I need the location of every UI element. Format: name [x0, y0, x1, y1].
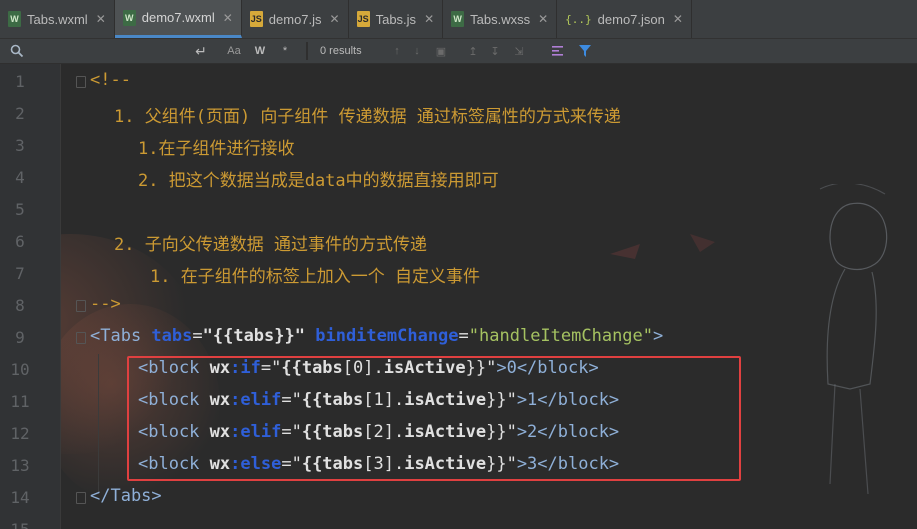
line-number: 2 — [15, 104, 25, 123]
line-number: 9 — [15, 328, 25, 347]
match-case-label: Aa — [227, 45, 241, 57]
close-icon[interactable]: ✕ — [424, 12, 434, 26]
line-number: 12 — [10, 424, 30, 443]
line-number: 11 — [10, 392, 30, 411]
code-line-7: 1. 在子组件的标签上加入一个 自定义事件 — [150, 267, 480, 287]
tab-label: Tabs.wxml — [27, 11, 88, 27]
line-number: 8 — [15, 296, 25, 315]
tab-tabs-wxss[interactable]: W Tabs.wxss ✕ — [443, 0, 558, 38]
line-number: 14 — [10, 488, 30, 507]
fold-marker-icon[interactable] — [76, 300, 86, 312]
js-file-icon: JS — [356, 11, 370, 27]
search-icon[interactable] — [8, 40, 26, 62]
editor-tab-bar: W Tabs.wxml ✕ W demo7.wxml ✕ JS demo7.js… — [0, 0, 917, 39]
tab-demo7-json[interactable]: {..} demo7.json ✕ — [557, 0, 692, 38]
line-number: 10 — [10, 360, 30, 379]
filter-icon[interactable] — [576, 40, 594, 62]
match-case-toggle[interactable]: Aa — [224, 40, 244, 62]
enter-icon[interactable]: ↵ — [192, 40, 210, 62]
find-bar: ↵ Aa W * 0 results ↑ ↓ ▣ ↥ ↧ ⇲ — [0, 39, 917, 64]
tab-tabs-js[interactable]: JS Tabs.js ✕ — [349, 0, 444, 38]
search-input[interactable] — [30, 40, 190, 62]
divider — [306, 42, 308, 60]
tab-label: Tabs.js — [375, 11, 417, 27]
tab-label: demo7.wxml — [141, 10, 215, 25]
results-count: 0 results — [320, 45, 362, 57]
ide-window: W Tabs.wxml ✕ W demo7.wxml ✕ JS demo7.js… — [0, 0, 917, 529]
line-number: 1 — [15, 72, 25, 91]
close-icon[interactable]: ✕ — [330, 12, 340, 26]
code-line-9: <Tabs tabs="{{tabs}}" binditemChange="ha… — [90, 326, 663, 346]
attribute-value: "{{tabs}}" — [202, 326, 305, 346]
arrow-down-icon[interactable]: ↓ — [408, 40, 426, 62]
line-number: 6 — [15, 232, 25, 251]
line-number: 3 — [15, 136, 25, 155]
tab-demo7-js[interactable]: JS demo7.js ✕ — [242, 0, 349, 38]
background-petals — [610, 234, 715, 259]
attribute-value: "handleItemChange" — [468, 326, 654, 346]
line-number: 4 — [15, 168, 25, 187]
equals: = — [458, 326, 469, 346]
code-line-1: <!-- — [90, 70, 131, 90]
tab-label: Tabs.wxss — [470, 11, 531, 27]
arrow-up-icon[interactable]: ↑ — [388, 40, 406, 62]
attribute-name: tabs — [151, 326, 193, 346]
tab-label: demo7.json — [597, 11, 665, 27]
tag-open: <Tabs — [90, 326, 152, 346]
code-line-8: --> — [90, 294, 121, 314]
code-line-14: </Tabs> — [90, 486, 162, 506]
fold-marker-icon[interactable] — [76, 76, 86, 88]
line-number: 15 — [0, 520, 40, 529]
fold-marker-icon[interactable] — [76, 332, 86, 344]
fold-marker-icon[interactable] — [76, 492, 86, 504]
regex-label: * — [282, 45, 288, 57]
line-number: 5 — [15, 200, 25, 219]
code-line-2: 1. 父组件(页面) 向子组件 传递数据 通过标签属性的方式来传递 — [114, 107, 621, 127]
code-line-4: 2. 把这个数据当成是data中的数据直接用即可 — [138, 171, 499, 191]
select-all-icon[interactable]: ⇲ — [510, 40, 528, 62]
line-number: 7 — [15, 264, 25, 283]
code-line-3: 1.在子组件进行接收 — [138, 139, 295, 159]
whole-words-label: W — [254, 45, 266, 57]
wxml-file-icon: W — [8, 11, 21, 27]
highlight-box — [127, 356, 741, 481]
select-all-occurrences-icon[interactable]: ▣ — [432, 40, 450, 62]
line-number: 13 — [10, 456, 30, 475]
equals: = — [192, 326, 203, 346]
close-icon[interactable]: ✕ — [673, 12, 683, 26]
remove-occurrence-icon[interactable]: ↧ — [486, 40, 504, 62]
indent-guide — [98, 354, 99, 494]
code-editor[interactable]: 1 2 3 4 5 6 7 8 9 10 11 12 13 14 15 <!--… — [0, 64, 917, 529]
close-icon[interactable]: ✕ — [96, 12, 106, 26]
attribute-name: binditemChange — [315, 326, 459, 346]
add-occurrence-icon[interactable]: ↥ — [464, 40, 482, 62]
whole-words-toggle[interactable]: W — [250, 40, 270, 62]
tag-close: > — [653, 326, 664, 346]
close-icon[interactable]: ✕ — [538, 12, 548, 26]
background-figure — [819, 184, 888, 495]
tab-tabs-wxml[interactable]: W Tabs.wxml ✕ — [0, 0, 115, 38]
code-line-6: 2. 子向父传递数据 通过事件的方式传递 — [114, 235, 427, 255]
close-icon[interactable]: ✕ — [223, 11, 233, 25]
tab-label: demo7.js — [268, 11, 322, 27]
wxss-file-icon: W — [451, 11, 465, 27]
tab-demo7-wxml[interactable]: W demo7.wxml ✕ — [114, 0, 242, 38]
js-file-icon: JS — [249, 11, 263, 27]
wxml-file-icon: W — [122, 9, 136, 26]
filter-list-icon[interactable] — [548, 40, 566, 62]
json-file-icon: {..} — [565, 12, 592, 26]
regex-toggle[interactable]: * — [276, 40, 294, 62]
